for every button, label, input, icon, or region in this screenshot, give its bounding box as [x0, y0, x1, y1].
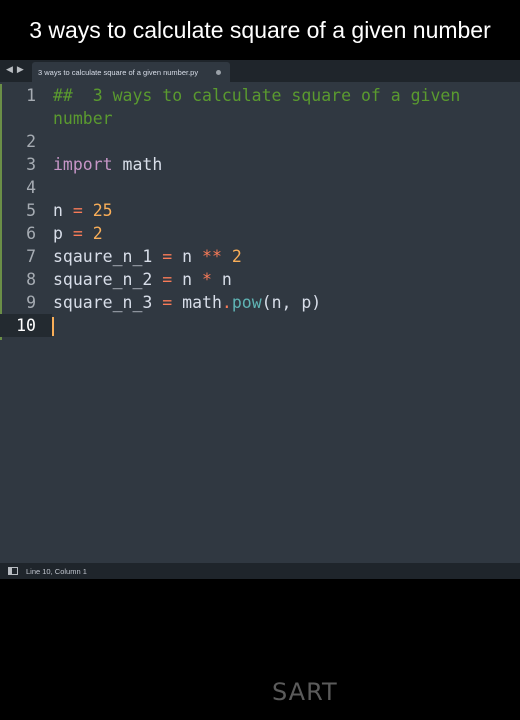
code-line[interactable]: number	[0, 107, 520, 130]
code-token: ## 3 ways to calculate square of a given	[53, 86, 461, 105]
tab-navigation: ◀ ▶	[6, 64, 24, 76]
text-cursor	[52, 317, 54, 336]
code-token: 25	[92, 201, 113, 220]
line-content: square_n_2 = n * n	[53, 268, 232, 291]
code-token: 2	[92, 224, 103, 243]
code-line[interactable]: 9 square_n_3 = math.pow(n, p)	[0, 291, 520, 314]
code-token: .	[221, 293, 232, 312]
line-content: square_n_3 = math.pow(n, p)	[53, 291, 321, 314]
code-token: math	[112, 155, 163, 174]
code-line[interactable]: 6p = 2	[0, 222, 520, 245]
line-number: 3	[26, 155, 36, 174]
line-content: ## 3 ways to calculate square of a given	[53, 84, 460, 107]
code-line[interactable]: 10	[0, 314, 520, 337]
watermark-logo: SART	[272, 678, 338, 706]
code-token: square_n_3	[53, 293, 163, 312]
editor-window: ◀ ▶ 3 ways to calculate square of a give…	[0, 60, 520, 579]
video-title-bar: 3 ways to calculate square of a given nu…	[0, 0, 520, 60]
unsaved-dot-icon[interactable]	[216, 70, 221, 75]
code-token: n	[172, 247, 203, 266]
code-token: **	[202, 247, 222, 266]
panel-toggle-icon[interactable]	[8, 567, 18, 575]
code-token: (n, p)	[261, 293, 322, 312]
code-token: number	[53, 109, 113, 128]
line-number: 6	[26, 224, 36, 243]
code-line[interactable]: 2	[0, 130, 520, 153]
code-token: math	[172, 293, 222, 312]
code-line[interactable]: 3 import math	[0, 153, 520, 176]
code-token: =	[162, 247, 173, 266]
code-line[interactable]: 1 ## 3 ways to calculate square of a give…	[0, 84, 520, 107]
forward-arrow-icon[interactable]: ▶	[17, 64, 24, 76]
line-content: number	[53, 107, 113, 130]
code-token: =	[162, 270, 173, 289]
line-content: n = 25	[53, 199, 113, 222]
code-line[interactable]: 7 sqaure_n_1 = n ** 2	[0, 245, 520, 268]
video-title: 3 ways to calculate square of a given nu…	[29, 16, 491, 43]
code-token: n	[211, 270, 232, 289]
code-editor[interactable]: 1 ## 3 ways to calculate square of a give…	[0, 84, 520, 564]
code-line[interactable]: 4	[0, 176, 520, 199]
status-bar: Line 10, Column 1	[0, 563, 520, 579]
line-number: 2	[26, 132, 36, 151]
line-number: 7	[26, 247, 36, 266]
code-token: n	[172, 270, 203, 289]
code-line[interactable]: 5n = 25	[0, 199, 520, 222]
code-token: pow	[231, 293, 262, 312]
line-number: 4	[26, 178, 36, 197]
code-token: *	[202, 270, 212, 289]
line-number: 9	[26, 293, 36, 312]
tab-active-file[interactable]: 3 ways to calculate square of a given nu…	[32, 62, 230, 82]
line-number: 10	[16, 316, 36, 335]
line-number: 1	[26, 86, 36, 105]
code-token: p	[53, 224, 73, 243]
line-content: import math	[53, 153, 162, 176]
back-arrow-icon[interactable]: ◀	[6, 64, 13, 76]
tab-label: 3 ways to calculate square of a given nu…	[38, 67, 199, 77]
code-token: =	[72, 224, 83, 243]
line-number: 5	[26, 201, 36, 220]
code-token: =	[72, 201, 83, 220]
code-token: square_n_2	[53, 270, 163, 289]
code-token: =	[162, 293, 173, 312]
code-token: n	[53, 201, 73, 220]
line-content: sqaure_n_1 = n ** 2	[53, 245, 242, 268]
cursor-position: Line 10, Column 1	[26, 566, 87, 576]
code-token: import	[53, 155, 113, 174]
code-token: sqaure_n_1	[53, 247, 163, 266]
tab-bar: ◀ ▶ 3 ways to calculate square of a give…	[0, 60, 520, 82]
code-line[interactable]: 8 square_n_2 = n * n	[0, 268, 520, 291]
line-content: p = 2	[53, 222, 103, 245]
line-number: 8	[26, 270, 36, 289]
code-token: 2	[231, 247, 242, 266]
